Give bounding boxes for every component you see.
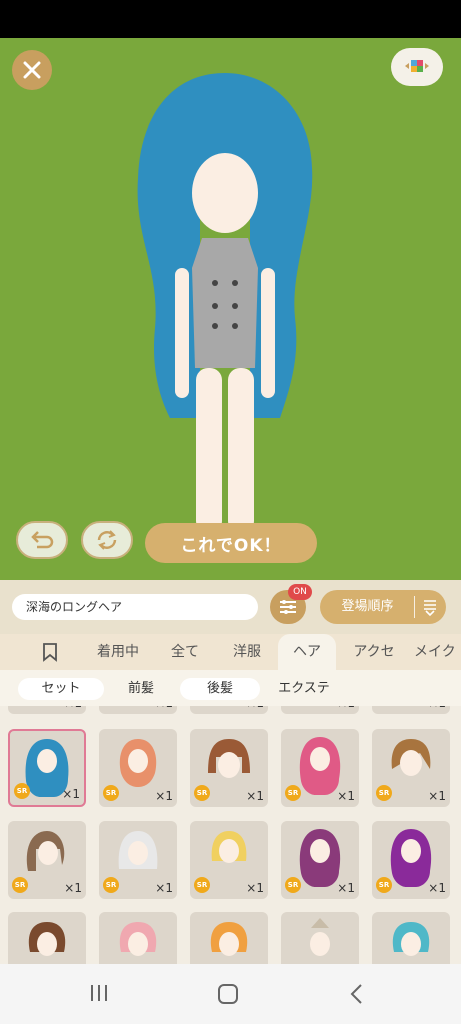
item-count: ×1 bbox=[246, 881, 264, 895]
reset-button[interactable] bbox=[81, 521, 133, 559]
item-count: ×1 bbox=[246, 789, 264, 803]
hair-item-card[interactable]: SR ×1 bbox=[372, 729, 450, 807]
hair-item-card[interactable]: SR ×1 bbox=[281, 729, 359, 807]
recent-apps-icon[interactable] bbox=[88, 982, 110, 1004]
subtab-bangs[interactable]: 前髪 bbox=[108, 678, 174, 700]
tab-bookmark[interactable] bbox=[30, 634, 70, 670]
item-count: ×1 bbox=[155, 706, 173, 710]
subtab-back-hair[interactable]: 後髪 bbox=[180, 678, 260, 700]
rarity-badge: SR bbox=[14, 783, 30, 799]
home-icon[interactable] bbox=[216, 982, 240, 1006]
item-count: ×1 bbox=[428, 706, 446, 710]
sort-divider bbox=[414, 596, 415, 618]
rarity-badge: SR bbox=[12, 877, 28, 893]
hair-item-card[interactable]: ×1 bbox=[8, 706, 86, 714]
rarity-badge: SR bbox=[285, 877, 301, 893]
hair-thumbnail bbox=[310, 918, 330, 956]
hair-item-card[interactable]: ×1 bbox=[190, 706, 268, 714]
hair-subtabs: セット 前髪 後髪 エクステ bbox=[0, 670, 461, 706]
palette-icon bbox=[405, 60, 429, 72]
status-bar bbox=[0, 0, 461, 38]
item-count: ×1 bbox=[62, 787, 80, 801]
rarity-badge: SR bbox=[376, 877, 392, 893]
sort-label: 登場順序 bbox=[341, 599, 394, 614]
hair-item-card[interactable] bbox=[372, 912, 450, 964]
avatar-figure[interactable] bbox=[130, 68, 320, 548]
sliders-icon bbox=[280, 600, 296, 614]
hair-thumbnail bbox=[119, 922, 157, 956]
hair-thumbnail bbox=[210, 922, 248, 956]
item-count: ×1 bbox=[64, 881, 82, 895]
refresh-icon bbox=[97, 530, 117, 550]
item-count: ×1 bbox=[246, 706, 264, 710]
item-count: ×1 bbox=[337, 789, 355, 803]
rarity-badge: SR bbox=[194, 785, 210, 801]
tab-accessories[interactable]: アクセ bbox=[346, 634, 402, 670]
item-count: ×1 bbox=[337, 706, 355, 710]
tab-all[interactable]: 全て bbox=[160, 634, 210, 670]
hair-item-card[interactable] bbox=[281, 912, 359, 964]
hair-item-card[interactable]: ×1 bbox=[281, 706, 359, 714]
hair-item-card[interactable]: SR ×1 bbox=[99, 729, 177, 807]
rarity-badge: SR bbox=[103, 785, 119, 801]
subtab-extensions[interactable]: エクステ bbox=[264, 678, 344, 700]
item-name-label: 深海のロングヘア bbox=[12, 594, 258, 620]
item-count: ×1 bbox=[337, 881, 355, 895]
hair-thumbnail bbox=[392, 922, 430, 956]
hair-item-card-selected[interactable]: SR ×1 bbox=[8, 729, 86, 807]
undo-button[interactable] bbox=[16, 521, 68, 559]
hair-item-card[interactable]: ×1 bbox=[99, 706, 177, 714]
hair-item-card[interactable]: SR ×1 bbox=[99, 821, 177, 899]
hair-item-card[interactable]: SR ×1 bbox=[190, 729, 268, 807]
item-count: ×1 bbox=[64, 706, 82, 710]
item-count: ×1 bbox=[428, 789, 446, 803]
item-count: ×1 bbox=[428, 881, 446, 895]
hair-item-card[interactable]: SR ×1 bbox=[281, 821, 359, 899]
confirm-button[interactable]: これでOK！ bbox=[145, 523, 317, 563]
hair-item-card[interactable] bbox=[8, 912, 86, 964]
bookmark-icon bbox=[43, 643, 57, 662]
rarity-badge: SR bbox=[376, 785, 392, 801]
back-icon[interactable] bbox=[346, 982, 368, 1006]
sort-order-icon bbox=[424, 600, 436, 617]
sort-button[interactable]: 登場順序 bbox=[320, 590, 446, 624]
system-nav-bar bbox=[0, 964, 461, 1024]
undo-icon bbox=[31, 531, 54, 549]
item-count: ×1 bbox=[155, 789, 173, 803]
hair-item-card[interactable]: SR ×1 bbox=[8, 821, 86, 899]
tab-wearing[interactable]: 着用中 bbox=[84, 634, 152, 670]
avatar-stage: これでOK！ bbox=[0, 38, 461, 580]
hair-item-card[interactable] bbox=[190, 912, 268, 964]
tab-hair[interactable]: ヘア bbox=[278, 634, 336, 670]
hair-item-card[interactable]: SR ×1 bbox=[372, 821, 450, 899]
hair-item-card[interactable]: SR ×1 bbox=[190, 821, 268, 899]
hair-item-card[interactable]: ×1 bbox=[372, 706, 450, 714]
category-tabs: 着用中 全て 洋服 ヘア アクセ メイク bbox=[0, 634, 461, 670]
close-icon bbox=[23, 61, 41, 79]
rarity-badge: SR bbox=[194, 877, 210, 893]
rarity-badge: SR bbox=[103, 877, 119, 893]
hair-thumbnail bbox=[28, 922, 66, 956]
rarity-badge: SR bbox=[285, 785, 301, 801]
item-control-bar: 深海のロングヘア ON 登場順序 bbox=[0, 580, 461, 634]
item-count: ×1 bbox=[155, 881, 173, 895]
item-grid: ×1 ×1 ×1 ×1 ×1 SR ×1 SR ×1 SR ×1 SR ×1 S… bbox=[0, 706, 461, 964]
tab-clothes[interactable]: 洋服 bbox=[222, 634, 272, 670]
color-palette-button[interactable] bbox=[391, 48, 443, 86]
tab-makeup[interactable]: メイク bbox=[414, 634, 461, 670]
close-button[interactable] bbox=[12, 50, 52, 90]
hair-item-card[interactable] bbox=[99, 912, 177, 964]
filter-on-badge: ON bbox=[288, 584, 312, 600]
subtab-set[interactable]: セット bbox=[18, 678, 104, 700]
